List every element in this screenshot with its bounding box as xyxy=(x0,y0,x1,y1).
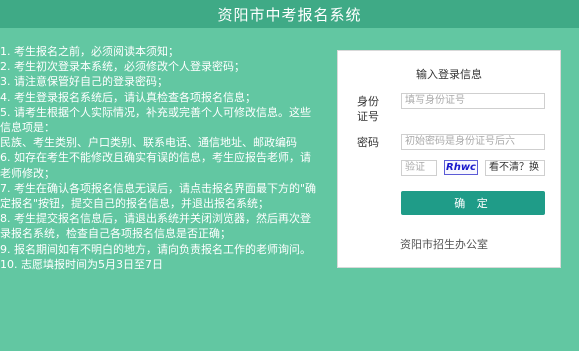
submit-button[interactable]: 确 定 xyxy=(401,191,545,215)
notice-item: 8. 考生提交报名信息后，请退出系统并关闭浏览器，然后再次登录报名系统，检查自己… xyxy=(0,212,311,241)
notice-item: 9. 报名期间如有不明白的地方，请向负责报名工作的老师询问。 xyxy=(0,242,311,256)
notice-list: 1. 考生报名之前，必须阅读本须知； 2. 考生初次登录本系统，必须修改个人登录… xyxy=(0,44,318,272)
notice-item: 6. 如存在考生不能修改且确实有误的信息，考生应报告老师，请老师修改； xyxy=(0,151,311,180)
login-title: 输入登录信息 xyxy=(416,68,482,81)
captcha-image[interactable]: Rhwc xyxy=(444,160,478,175)
page-title: 资阳市中考报名系统 xyxy=(217,5,362,24)
notice-item: 7. 考生在确认各项报名信息无误后，请点击报名界面最下方的"确定报名"按钮，提交… xyxy=(0,181,317,211)
password-input[interactable]: 初始密码是身份证号后六 xyxy=(401,134,545,150)
notice-item: 5. 请考生根据个人实际情况，补充或完善个人可修改信息。这些信息项是： xyxy=(0,105,311,135)
notice-item: 3. 请注意保管好自己的登录密码； xyxy=(0,75,168,89)
refresh-captcha-link[interactable]: 看不清？换 xyxy=(485,160,545,176)
notice-item: 4. 考生登录报名系统后，请认真检查各项报名信息； xyxy=(0,90,256,104)
id-label-line1: 身份 xyxy=(357,95,379,108)
id-number-input[interactable]: 填写身份证号 xyxy=(401,93,545,109)
captcha-input[interactable]: 验证 xyxy=(401,160,437,176)
password-label: 密码 xyxy=(357,136,379,149)
id-label-line2: 证号 xyxy=(357,110,379,123)
notice-item: 民族、考生类别、户口类别、联系电话、通信地址、邮政编码 xyxy=(0,136,297,150)
notice-item: 10. 志愿填报时间为5月3日至7日 xyxy=(0,257,163,271)
notice-item: 1. 考生报名之前，必须阅读本须知； xyxy=(0,45,179,58)
header-bar: 资阳市中考报名系统 xyxy=(0,0,579,28)
footer-office: 资阳市招生办公室 xyxy=(400,238,488,251)
notice-item: 2. 考生初次登录本系统，必须修改个人登录密码； xyxy=(0,60,245,74)
